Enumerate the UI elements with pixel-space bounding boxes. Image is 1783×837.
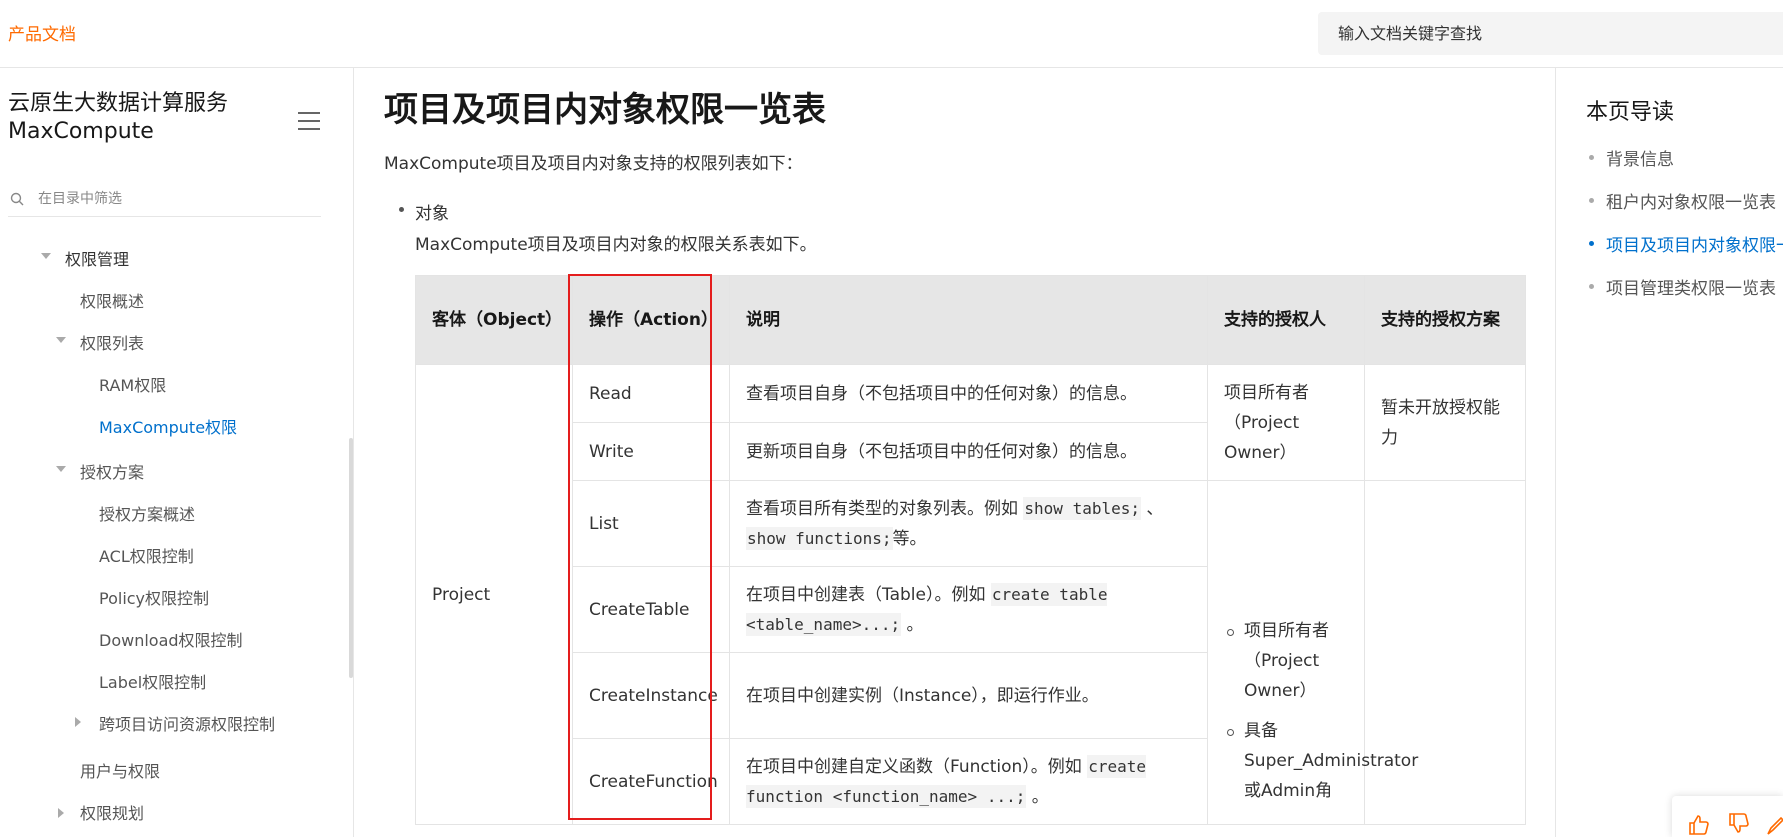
sidebar-scrollbar[interactable] <box>349 438 353 678</box>
toc-item-project-objects[interactable]: 项目及项目内对象权限一览表 <box>1606 231 1783 256</box>
table-header: 支持的授权人 <box>1207 275 1365 365</box>
sidebar-item-users-permissions[interactable]: 用户与权限 <box>80 758 160 782</box>
bullet-label: 对象 <box>415 204 449 224</box>
caret-down-icon[interactable] <box>56 337 66 343</box>
description-text: 等。 <box>892 528 927 549</box>
page-toc: 本页导读 背景信息 租户内对象权限一览表 项目及项目内对象权限一览表 项目管理类… <box>1555 68 1783 837</box>
list-item: 具备Super_Administrator或Admin角 <box>1227 716 1418 806</box>
search-box[interactable] <box>1318 12 1783 55</box>
search-icon <box>10 192 24 206</box>
toc-item-background[interactable]: 背景信息 <box>1606 145 1674 170</box>
toc-item-tenant-objects[interactable]: 租户内对象权限一览表 <box>1606 188 1776 213</box>
table-header: 操作（Action） <box>572 275 730 365</box>
sidebar-item-auth-overview[interactable]: 授权方案概述 <box>99 501 195 525</box>
toc-bullet-icon <box>1589 155 1594 160</box>
caret-right-icon[interactable] <box>75 717 81 727</box>
sidebar-item-policy[interactable]: Policy权限控制 <box>99 585 209 609</box>
toc-bullet-icon <box>1589 284 1594 289</box>
main-content: 项目及项目内对象权限一览表 MaxCompute项目及项目内对象支持的权限列表如… <box>354 68 1554 837</box>
bullet-text: MaxCompute项目及项目内对象的权限关系表如下。 <box>415 235 817 255</box>
grantor-list: 项目所有者（Project Owner） 具备Super_Administrat… <box>1224 616 1418 806</box>
description-text: 。 <box>906 614 924 635</box>
toc-bullet-icon <box>1589 241 1594 246</box>
intro-text: MaxCompute项目及项目内对象支持的权限列表如下： <box>384 154 803 174</box>
caret-right-icon[interactable] <box>58 808 64 818</box>
table-header-row: 客体（Object） 操作（Action） 说明 支持的授权人 支持的授权方案 <box>415 275 1526 365</box>
action-cell: Read <box>572 364 730 423</box>
description-text: 在项目中创建自定义函数（Function）。例如 <box>746 756 1082 777</box>
sidebar-item-ram-permission[interactable]: RAM权限 <box>99 372 166 396</box>
scheme-cell <box>1364 480 1526 825</box>
feedback-widget <box>1672 796 1783 837</box>
sidebar-item-acl[interactable]: ACL权限控制 <box>99 543 194 567</box>
page-title: 项目及项目内对象权限一览表 <box>384 90 826 130</box>
description-cell: 查看项目自身（不包括项目中的任何对象）的信息。 <box>729 364 1208 423</box>
table-row: Project Read 查看项目自身（不包括项目中的任何对象）的信息。 项目所… <box>415 364 1526 825</box>
sidebar-item-permission-planning[interactable]: 权限规划 <box>80 800 144 824</box>
table-header: 支持的授权方案 <box>1364 275 1526 365</box>
object-cell: Project <box>415 364 573 825</box>
thumbs-up-icon[interactable] <box>1688 814 1710 836</box>
action-cell: Write <box>572 422 730 481</box>
description-cell: 在项目中创建自定义函数（Function）。例如 create function… <box>729 738 1208 825</box>
table-row: List 查看项目所有类型的对象列表。例如 show tables; 、 sho… <box>416 480 1526 825</box>
toc-filter-input[interactable] <box>36 190 310 208</box>
doc-search-input[interactable] <box>1336 23 1760 44</box>
description-cell: 更新项目自身（不包括项目中的任何对象）的信息。 <box>729 422 1208 481</box>
sidebar-item-cross-project[interactable]: 跨项目访问资源权限控制 <box>99 711 275 735</box>
toc-title: 本页导读 <box>1586 100 1675 125</box>
bullet-icon <box>399 207 404 212</box>
product-title: 云原生大数据计算服务 MaxCompute <box>8 91 229 144</box>
description-text: 在项目中创建表（Table）。例如 <box>746 584 986 605</box>
grantor-cell: 项目所有者（Project Owner） 具备Super_Administrat… <box>1207 480 1418 825</box>
action-cell: List <box>572 480 730 567</box>
code-snippet: show tables; <box>1023 496 1141 520</box>
table-header: 说明 <box>729 275 1208 365</box>
action-cell: CreateInstance <box>572 652 730 739</box>
top-bar: 产品文档 <box>0 0 1783 68</box>
sidebar-item-permission-list[interactable]: 权限列表 <box>80 330 144 354</box>
list-item: 项目所有者（Project Owner） <box>1227 616 1348 706</box>
permission-table: 客体（Object） 操作（Action） 说明 支持的授权人 支持的授权方案 … <box>415 275 1526 825</box>
caret-down-icon[interactable] <box>56 466 66 472</box>
grantor-cell: 项目所有者（Project Owner） <box>1207 364 1365 481</box>
description-text: 查看项目所有类型的对象列表。例如 <box>746 498 1018 519</box>
toc-bullet-icon <box>1589 198 1594 203</box>
menu-toggle-icon[interactable] <box>298 112 320 130</box>
sidebar-item-label[interactable]: Label权限控制 <box>99 669 206 693</box>
description-cell: 查看项目所有类型的对象列表。例如 show tables; 、 show fun… <box>729 480 1208 567</box>
sidebar-item-download[interactable]: Download权限控制 <box>99 627 243 651</box>
code-snippet: show functions; <box>746 526 893 550</box>
sidebar-item-maxcompute-permission[interactable]: MaxCompute权限 <box>99 414 237 438</box>
sidebar-item-permission-mgmt[interactable]: 权限管理 <box>65 246 129 270</box>
feedback-icon[interactable] <box>1766 814 1783 836</box>
sidebar: 云原生大数据计算服务 MaxCompute 权限管理 权限概述 权限列表 RAM… <box>0 68 354 837</box>
description-text: 。 <box>1031 786 1049 807</box>
product-docs-link[interactable]: 产品文档 <box>8 20 76 45</box>
action-cell: CreateTable <box>572 566 730 653</box>
scheme-cell: 暂未开放授权能力 <box>1364 364 1526 481</box>
table-header: 客体（Object） <box>415 275 573 365</box>
description-cell: 在项目中创建表（Table）。例如 create table <table_na… <box>729 566 1208 653</box>
toc-item-project-mgmt[interactable]: 项目管理类权限一览表 <box>1606 274 1776 299</box>
action-cell: CreateFunction <box>572 738 730 825</box>
separator-text: 、 <box>1146 498 1164 519</box>
description-cell: 在项目中创建实例（Instance），即运行作业。 <box>729 652 1208 739</box>
sidebar-item-permission-overview[interactable]: 权限概述 <box>80 288 144 312</box>
toc-filter[interactable] <box>8 184 321 217</box>
sidebar-item-auth-schemes[interactable]: 授权方案 <box>80 459 144 483</box>
thumbs-down-icon[interactable] <box>1728 812 1750 834</box>
caret-down-icon[interactable] <box>41 253 51 259</box>
